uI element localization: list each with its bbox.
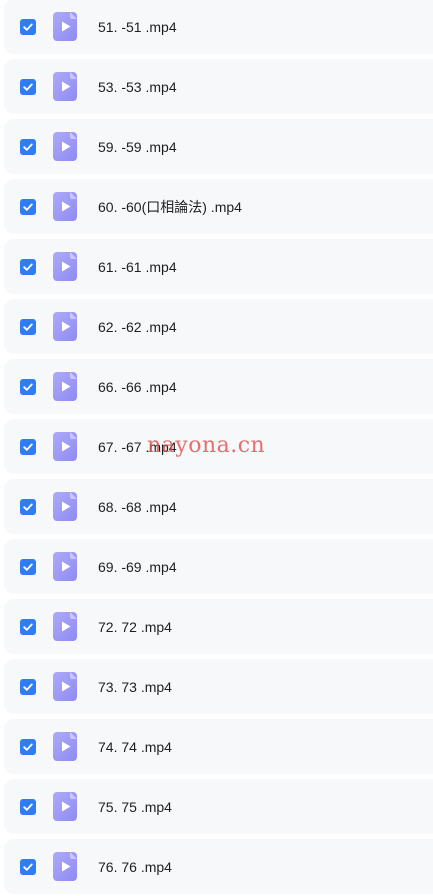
file-row[interactable]: 59. -59 .mp4 xyxy=(4,119,433,174)
video-file-icon xyxy=(53,372,77,401)
file-row[interactable]: 68. -68 .mp4 xyxy=(4,479,433,534)
file-row[interactable]: 74. 74 .mp4 xyxy=(4,719,433,774)
checkmark-icon xyxy=(23,863,33,871)
row-checkbox[interactable] xyxy=(20,198,36,215)
file-row[interactable]: 66. -66 .mp4 xyxy=(4,359,433,414)
file-name: 61. -61 .mp4 xyxy=(98,258,177,275)
file-row[interactable]: 73. 73 .mp4 xyxy=(4,659,433,714)
file-row[interactable]: 76. 76 .mp4 xyxy=(4,839,433,894)
row-checkbox[interactable] xyxy=(20,498,36,515)
row-checkbox[interactable] xyxy=(20,138,36,155)
checkmark-icon xyxy=(23,263,33,271)
video-file-icon xyxy=(53,732,77,761)
checkmark-icon xyxy=(23,563,33,571)
video-file-icon xyxy=(53,612,77,641)
row-checkbox[interactable] xyxy=(20,618,36,635)
file-name: 67. -67 .mp4 xyxy=(98,438,177,455)
file-row[interactable]: 69. -69 .mp4 xyxy=(4,539,433,594)
video-file-icon xyxy=(53,492,77,521)
video-file-icon xyxy=(53,72,77,101)
row-checkbox[interactable] xyxy=(20,378,36,395)
file-row[interactable]: 51. -51 .mp4 xyxy=(4,0,433,54)
row-checkbox[interactable] xyxy=(20,558,36,575)
file-name: 62. -62 .mp4 xyxy=(98,318,177,335)
file-name: 75. 75 .mp4 xyxy=(98,798,172,815)
file-row[interactable]: 72. 72 .mp4 xyxy=(4,599,433,654)
checkmark-icon xyxy=(23,743,33,751)
row-checkbox[interactable] xyxy=(20,858,36,875)
video-file-icon xyxy=(53,672,77,701)
checkmark-icon xyxy=(23,83,33,91)
file-name: 74. 74 .mp4 xyxy=(98,738,172,755)
row-checkbox[interactable] xyxy=(20,258,36,275)
row-checkbox[interactable] xyxy=(20,438,36,455)
checkmark-icon xyxy=(23,443,33,451)
row-checkbox[interactable] xyxy=(20,318,36,335)
file-name: 73. 73 .mp4 xyxy=(98,678,172,695)
row-checkbox[interactable] xyxy=(20,78,36,95)
file-name: 72. 72 .mp4 xyxy=(98,618,172,635)
checkmark-icon xyxy=(23,383,33,391)
checkmark-icon xyxy=(23,683,33,691)
checkmark-icon xyxy=(23,23,33,31)
video-file-icon xyxy=(53,192,77,221)
file-name: 76. 76 .mp4 xyxy=(98,858,172,875)
video-file-icon xyxy=(53,252,77,281)
file-name: 69. -69 .mp4 xyxy=(98,558,177,575)
file-row[interactable]: 53. -53 .mp4 xyxy=(4,59,433,114)
file-name: 68. -68 .mp4 xyxy=(98,498,177,515)
video-file-icon xyxy=(53,852,77,881)
file-list: 51. -51 .mp4 53. -53 .mp4 59. -59 .mp4 60. … xyxy=(0,0,433,896)
video-file-icon xyxy=(53,12,77,41)
file-name: 59. -59 .mp4 xyxy=(98,138,177,155)
file-name: 66. -66 .mp4 xyxy=(98,378,177,395)
checkmark-icon xyxy=(23,623,33,631)
video-file-icon xyxy=(53,132,77,161)
video-file-icon xyxy=(53,312,77,341)
row-checkbox[interactable] xyxy=(20,678,36,695)
checkmark-icon xyxy=(23,803,33,811)
file-row[interactable]: 62. -62 .mp4 xyxy=(4,299,433,354)
file-name: 60. -60(口相論法) .mp4 xyxy=(98,198,242,215)
file-row[interactable]: 60. -60(口相論法) .mp4 xyxy=(4,179,433,234)
row-checkbox[interactable] xyxy=(20,738,36,755)
video-file-icon xyxy=(53,552,77,581)
checkmark-icon xyxy=(23,203,33,211)
row-checkbox[interactable] xyxy=(20,798,36,815)
video-file-icon xyxy=(53,792,77,821)
checkmark-icon xyxy=(23,323,33,331)
checkmark-icon xyxy=(23,503,33,511)
file-row[interactable]: 75. 75 .mp4 xyxy=(4,779,433,834)
file-row[interactable]: 67. -67 .mp4 xyxy=(4,419,433,474)
file-name: 53. -53 .mp4 xyxy=(98,78,177,95)
file-name: 51. -51 .mp4 xyxy=(98,18,177,35)
video-file-icon xyxy=(53,432,77,461)
file-row[interactable]: 61. -61 .mp4 xyxy=(4,239,433,294)
row-checkbox[interactable] xyxy=(20,18,36,35)
checkmark-icon xyxy=(23,143,33,151)
